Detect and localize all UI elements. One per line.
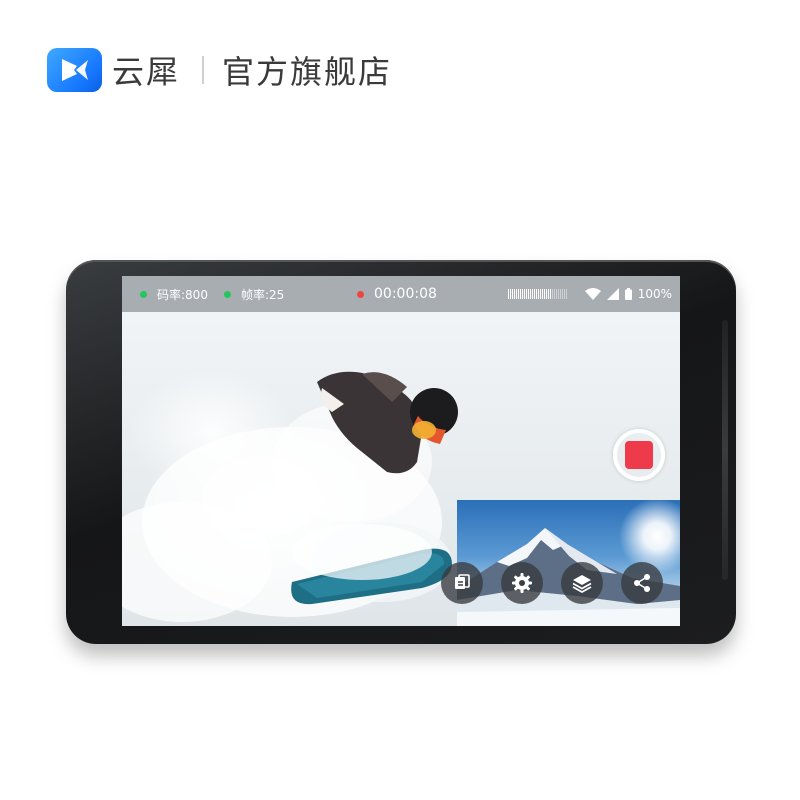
layers-icon [572, 575, 592, 594]
brand-name: 云犀 [112, 53, 181, 91]
system-status-icons: 100% [584, 276, 672, 312]
wifi-icon [584, 288, 601, 300]
battery-icon [624, 288, 632, 300]
framerate-indicator: 帧率:25 [224, 276, 284, 312]
recording-dot [357, 290, 364, 298]
gear-icon [512, 573, 532, 593]
recording-timer: 00:00:08 [357, 276, 437, 312]
bitrate-status-dot [140, 290, 147, 298]
record-stop-button[interactable] [613, 429, 665, 481]
record-stop-icon [625, 441, 653, 469]
play-bird-logo-icon [47, 48, 102, 92]
settings-button[interactable] [501, 562, 543, 604]
layers-button[interactable] [561, 562, 603, 604]
recording-time: 00:00:08 [374, 286, 437, 302]
switch-source-button[interactable] [441, 562, 483, 604]
battery-percent: 100% [637, 287, 672, 301]
camera-screen: 码率:800 帧率:25 00:00:08 100% [122, 276, 680, 626]
share-icon [634, 574, 650, 592]
audio-level-meter [508, 289, 567, 299]
framerate-label: 帧率:25 [241, 287, 285, 302]
framerate-status-dot [224, 290, 231, 298]
store-label: 官方旗舰店 [222, 53, 393, 91]
brand-divider [202, 56, 205, 84]
switch-icon [455, 574, 470, 589]
tablet-device: 码率:800 帧率:25 00:00:08 100% [66, 260, 736, 644]
share-button[interactable] [621, 562, 663, 604]
cellular-signal-icon [606, 288, 619, 300]
bitrate-indicator: 码率:800 [140, 276, 208, 312]
status-bar: 码率:800 帧率:25 00:00:08 100% [122, 276, 680, 312]
bitrate-label: 码率:800 [157, 287, 208, 302]
brand-header: 云犀 官方旗舰店 [47, 48, 392, 92]
